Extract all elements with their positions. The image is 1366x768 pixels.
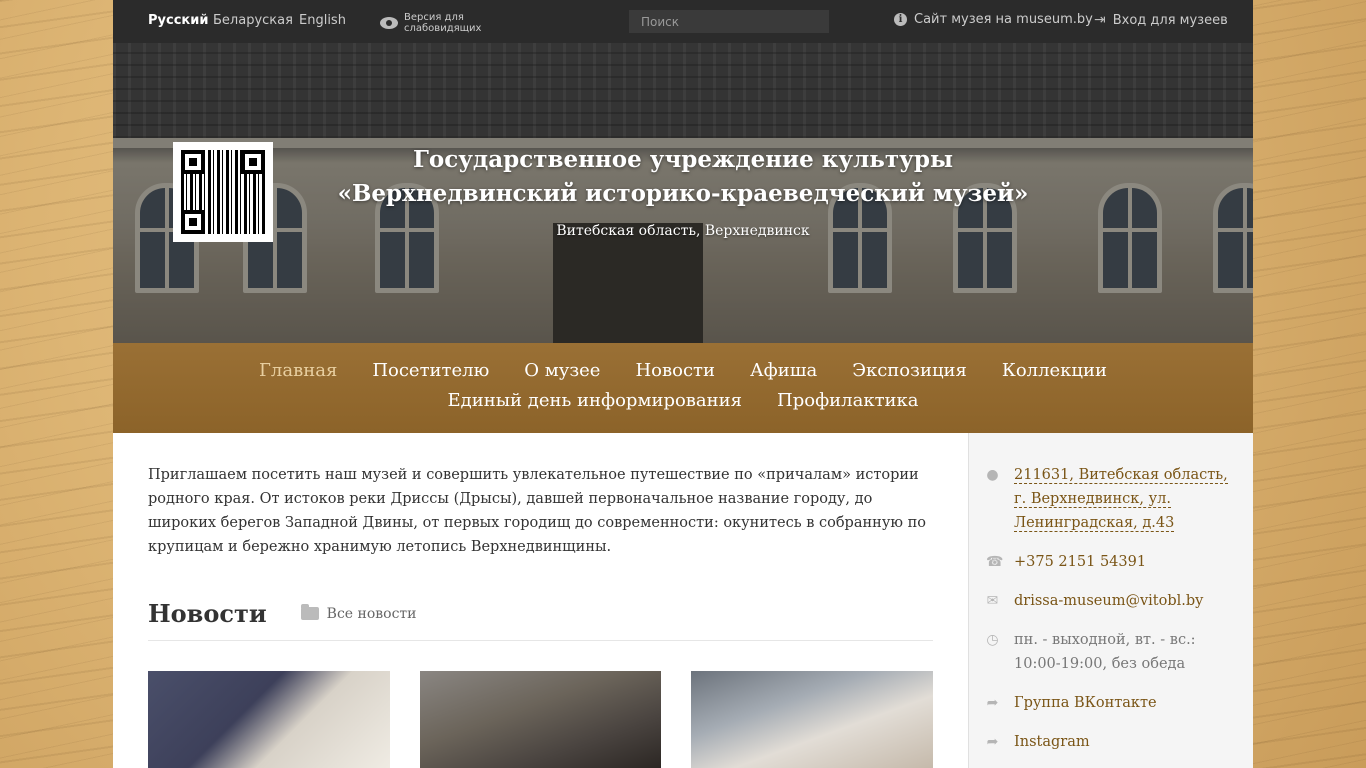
search-input[interactable] — [629, 10, 829, 33]
main-content: Приглашаем посетить наш музей и совершит… — [113, 433, 968, 768]
all-news-label: Все новости — [326, 605, 417, 622]
low-vision-label: Версия для слабовидящих — [404, 12, 482, 34]
page: Русский Беларуская English Версия для сл… — [113, 0, 1253, 768]
vk-item: ➦ Группа ВКонтакте — [986, 691, 1233, 715]
email-link[interactable]: drissa-museum@vitobl.by — [1014, 589, 1203, 613]
info-icon: i — [894, 13, 907, 26]
email-item: ✉ drissa-museum@vitobl.by — [986, 589, 1233, 613]
museum-site-link[interactable]: i Сайт музея на museum.by — [894, 12, 1093, 27]
nav-visitor[interactable]: Посетителю — [372, 359, 489, 383]
vk-link[interactable]: Группа ВКонтакте — [1014, 691, 1157, 715]
phone-icon: ☎ — [986, 554, 1004, 570]
main-nav: Главная Посетителю О музее Новости Афиша… — [113, 343, 1253, 433]
page-title: Государственное учреждение культуры «Вер… — [113, 143, 1253, 211]
museum-site-label: Сайт музея на museum.by — [914, 12, 1093, 27]
intro-text: Приглашаем посетить наш музей и совершит… — [148, 467, 926, 555]
nav-collections[interactable]: Коллекции — [1002, 359, 1107, 383]
eye-icon — [380, 17, 398, 29]
share-arrow-icon: ➦ — [986, 695, 999, 711]
news-title: Новости — [148, 599, 267, 628]
hours-item: ◷ пн. - выходной, вт. - вс.: 10:00-19:00… — [986, 628, 1233, 676]
map-marker-icon: ● — [986, 467, 999, 483]
news-cards — [148, 671, 934, 768]
nav-prevention[interactable]: Профилактика — [777, 389, 919, 413]
login-icon: ⇥ — [1094, 12, 1106, 28]
news-card-image[interactable] — [419, 671, 662, 768]
news-card-image[interactable] — [148, 671, 390, 768]
envelope-icon: ✉ — [986, 593, 999, 609]
clock-icon: ◷ — [986, 632, 999, 648]
nav-news[interactable]: Новости — [635, 359, 715, 383]
instagram-item: ➦ Instagram — [986, 730, 1233, 754]
nav-events[interactable]: Афиша — [750, 359, 817, 383]
address-item: ● 211631, Витебская область, г. Верхнедв… — [986, 463, 1233, 535]
opening-hours: пн. - выходной, вт. - вс.: 10:00-19:00, … — [1014, 632, 1196, 672]
hero-banner: Государственное учреждение культуры «Вер… — [113, 43, 1253, 343]
lang-russian[interactable]: Русский — [148, 13, 208, 28]
folder-icon — [300, 604, 319, 620]
title-line-1: Государственное учреждение культуры — [412, 146, 954, 173]
address-link[interactable]: 211631, Витебская область, г. Верхнедвин… — [1014, 467, 1228, 532]
nav-home[interactable]: Главная — [259, 359, 337, 383]
nav-exposition[interactable]: Экспозиция — [852, 359, 967, 383]
all-news-link[interactable]: Все новости — [300, 604, 417, 622]
nav-about[interactable]: О музее — [524, 359, 600, 383]
lang-belarusian[interactable]: Беларуская — [213, 13, 293, 28]
low-vision-link[interactable]: Версия для слабовидящих — [380, 12, 484, 34]
page-subtitle: Витебская область, Верхнедвинск — [556, 223, 810, 239]
top-bar: Русский Беларуская English Версия для сл… — [113, 0, 1253, 43]
news-header: Новости Все новости — [148, 599, 933, 641]
login-link[interactable]: ⇥ Вход для музеев — [1094, 12, 1228, 28]
login-label: Вход для музеев — [1112, 12, 1228, 28]
lang-english[interactable]: English — [299, 13, 346, 28]
share-arrow-icon: ➦ — [986, 734, 999, 750]
phone-item: ☎ +375 2151 54391 — [986, 550, 1233, 574]
instagram-link[interactable]: Instagram — [1014, 730, 1090, 754]
news-card-image[interactable] — [691, 671, 934, 768]
phone-link[interactable]: +375 2151 54391 — [1014, 550, 1146, 574]
contact-sidebar: ● 211631, Витебская область, г. Верхнедв… — [968, 433, 1253, 768]
title-line-2: «Верхнедвинский историко-краеведческий м… — [337, 180, 1029, 207]
nav-info-day[interactable]: Единый день информирования — [447, 389, 742, 413]
